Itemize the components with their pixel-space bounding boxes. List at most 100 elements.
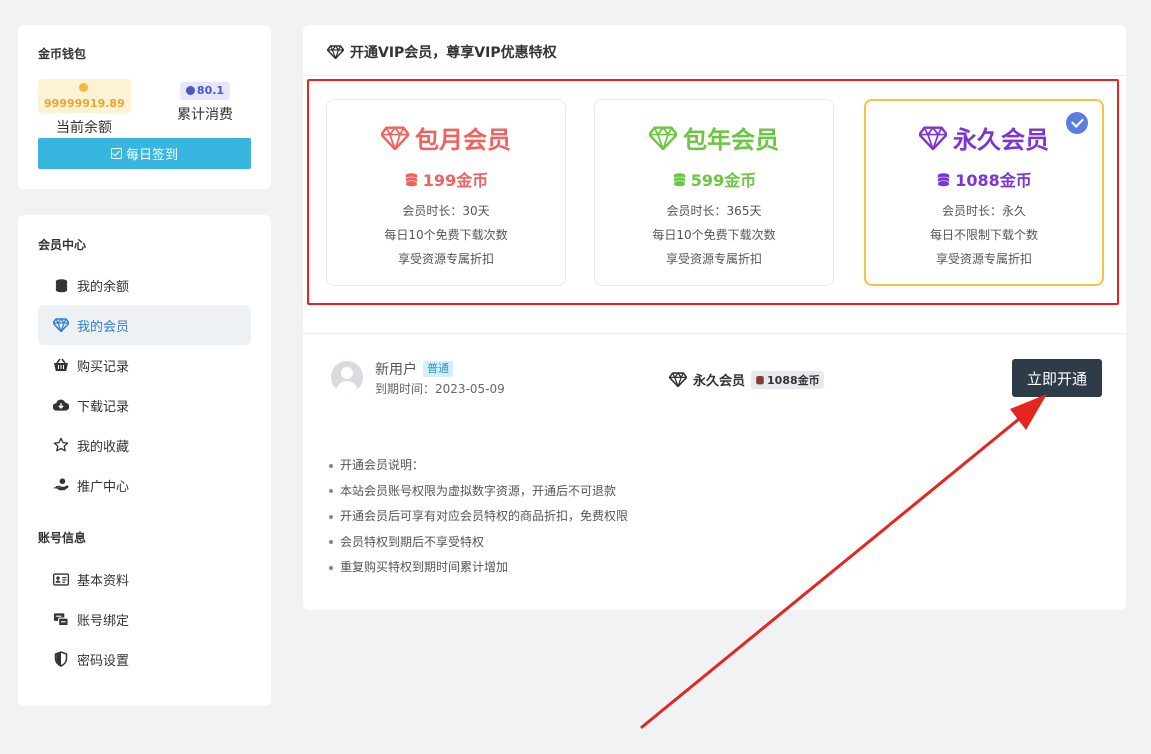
daily-checkin-button[interactable]: 每日签到 (38, 138, 251, 169)
page-title-text: 开通VIP会员，尊享VIP优惠特权 (350, 45, 557, 61)
plan-card-forever[interactable]: 永久会员 1088金币 会员时长：永久 每日不限制下载个数 享受资源专属折扣 (864, 99, 1104, 286)
plan-feature: 每日10个免费下载次数 (384, 228, 508, 242)
member-section-title: 会员中心 (38, 238, 87, 252)
sidebar-menu: 会员中心 我的余额 我的会员 购买记录 下载记录 我的收藏 推广中心 账号信息 … (18, 215, 271, 706)
link-icon (53, 611, 69, 627)
sidebar-item-label: 基本资料 (77, 573, 130, 589)
page-title: 开通VIP会员，尊享VIP优惠特权 (327, 42, 557, 62)
list-item: 开通会员后可享有对应会员特权的商品折扣，免费权限 (329, 504, 628, 530)
sidebar-item-balance[interactable]: 我的余额 (38, 265, 251, 305)
plan-name: 永久会员 (953, 126, 1049, 154)
coins-icon (405, 172, 418, 186)
wallet-panel: 金币钱包 99999919.89 当前余额 80.1 累计消费 每日签到 (18, 25, 271, 189)
plan-feature: 会员时长：永久 (941, 204, 1026, 218)
selected-check-icon (1066, 112, 1088, 134)
list-item: 会员特权到期后不享受特权 (329, 530, 628, 556)
coins-icon (53, 277, 69, 293)
expiry-date: 到期时间：2023-05-09 (375, 382, 505, 396)
user-level-badge: 普通 (423, 361, 453, 377)
vip-notes-list: 开通会员说明： 本站会员账号权限为虚拟数字资源，开通后不可退款 开通会员后可享有… (329, 453, 628, 581)
sidebar-item-downloads[interactable]: 下载记录 (38, 385, 251, 425)
balance-badge: 99999919.89 (38, 79, 131, 113)
sidebar-item-membership[interactable]: 我的会员 (38, 305, 251, 345)
sidebar-item-label: 我的余额 (77, 279, 130, 295)
list-item: 开通会员说明： (329, 453, 628, 479)
divider (303, 333, 1126, 334)
selected-plan-name: 永久会员 (693, 374, 746, 389)
diamond-icon (919, 125, 947, 150)
sidebar-item-label: 推广中心 (77, 479, 130, 495)
diamond-icon (327, 45, 344, 59)
checkbox-icon (110, 148, 122, 159)
coins-icon (756, 375, 764, 384)
coins-icon (937, 172, 950, 186)
sidebar-item-binding[interactable]: 账号绑定 (38, 599, 251, 639)
selected-plan-price-badge: 1088金币 (751, 370, 824, 389)
spent-label: 累计消费 (177, 107, 233, 123)
spent-stat: 80.1 累计消费 (168, 79, 242, 124)
plan-features: 会员时长：永久 每日不限制下载个数 享受资源专属折扣 (866, 199, 1102, 271)
diamond-icon (669, 372, 687, 387)
spent-badge: 80.1 (179, 82, 231, 100)
coins-icon (673, 172, 686, 186)
user-name-row: 新用户 普通 (375, 359, 453, 379)
plan-price: 1088金币 (866, 167, 1102, 191)
id-card-icon (53, 571, 69, 587)
open-vip-button[interactable]: 立即开通 (1012, 359, 1102, 397)
plan-price-text: 599金币 (690, 171, 757, 190)
balance-stat: 99999919.89 当前余额 (38, 79, 131, 137)
selected-plan-summary: 永久会员 1088金币 (669, 370, 824, 389)
plan-price-text: 1088金币 (955, 171, 1032, 190)
account-section-title: 账号信息 (38, 531, 87, 545)
diamond-icon (381, 125, 409, 150)
selected-plan-price: 1088金币 (767, 373, 820, 387)
sidebar-item-purchases[interactable]: 购买记录 (38, 345, 251, 385)
plan-card-yearly[interactable]: 包年会员 599金币 会员时长：365天 每日10个免费下载次数 享受资源专属折… (594, 99, 834, 286)
wallet-title: 金币钱包 (38, 47, 87, 61)
spent-value: 80.1 (196, 84, 225, 97)
diamond-icon (649, 125, 677, 150)
sidebar-item-promotion[interactable]: 推广中心 (38, 465, 251, 505)
plan-feature: 会员时长：365天 (666, 204, 762, 218)
diamond-icon (53, 317, 69, 333)
sidebar-item-profile[interactable]: 基本资料 (38, 559, 251, 599)
plan-feature: 享受资源专属折扣 (665, 252, 762, 266)
cloud-download-icon (53, 397, 69, 413)
plan-price: 199金币 (327, 167, 565, 191)
plan-card-monthly[interactable]: 包月会员 199金币 会员时长：30天 每日10个免费下载次数 享受资源专属折扣 (326, 99, 566, 286)
coin-icon (78, 83, 88, 92)
sidebar-item-label: 账号绑定 (77, 613, 130, 629)
plan-feature: 会员时长：30天 (402, 204, 490, 218)
plan-feature: 每日10个免费下载次数 (652, 228, 776, 242)
sidebar-item-password[interactable]: 密码设置 (38, 639, 251, 679)
basket-icon (53, 357, 69, 373)
plan-price-text: 199金币 (422, 171, 489, 190)
avatar (331, 361, 363, 393)
plan-features: 会员时长：30天 每日10个免费下载次数 享受资源专属折扣 (327, 199, 565, 271)
sidebar-item-label: 下载记录 (77, 399, 130, 415)
plan-name: 包年会员 (683, 126, 779, 154)
sidebar-item-label: 密码设置 (77, 653, 130, 669)
plan-price: 599金币 (595, 167, 833, 191)
plan-title: 包月会员 (327, 120, 565, 155)
vip-main-panel: 开通VIP会员，尊享VIP优惠特权 包月会员 199金币 会员时长：30天 每日… (303, 25, 1126, 610)
user-name: 新用户 (375, 362, 417, 378)
plan-feature: 每日不限制下载个数 (929, 228, 1038, 242)
plan-title: 包年会员 (595, 120, 833, 155)
balance-label: 当前余额 (56, 120, 112, 136)
list-item: 本站会员账号权限为虚拟数字资源，开通后不可退款 (329, 479, 628, 505)
plan-name: 包月会员 (415, 126, 511, 154)
coin-icon (185, 86, 195, 95)
plan-features: 会员时长：365天 每日10个免费下载次数 享受资源专属折扣 (595, 199, 833, 271)
list-item: 重复购买特权到期时间累计增加 (329, 555, 628, 581)
plan-feature: 享受资源专属折扣 (935, 252, 1032, 266)
sidebar-item-label: 我的会员 (77, 319, 130, 335)
plan-feature: 享受资源专属折扣 (397, 252, 494, 266)
checkin-label: 每日签到 (125, 147, 178, 162)
sidebar-item-label: 我的收藏 (77, 439, 130, 455)
shield-icon (53, 651, 69, 667)
sidebar-item-favorites[interactable]: 我的收藏 (38, 425, 251, 465)
sidebar-item-label: 购买记录 (77, 359, 130, 375)
balance-value: 99999919.89 (44, 97, 125, 110)
divider (303, 75, 1126, 76)
